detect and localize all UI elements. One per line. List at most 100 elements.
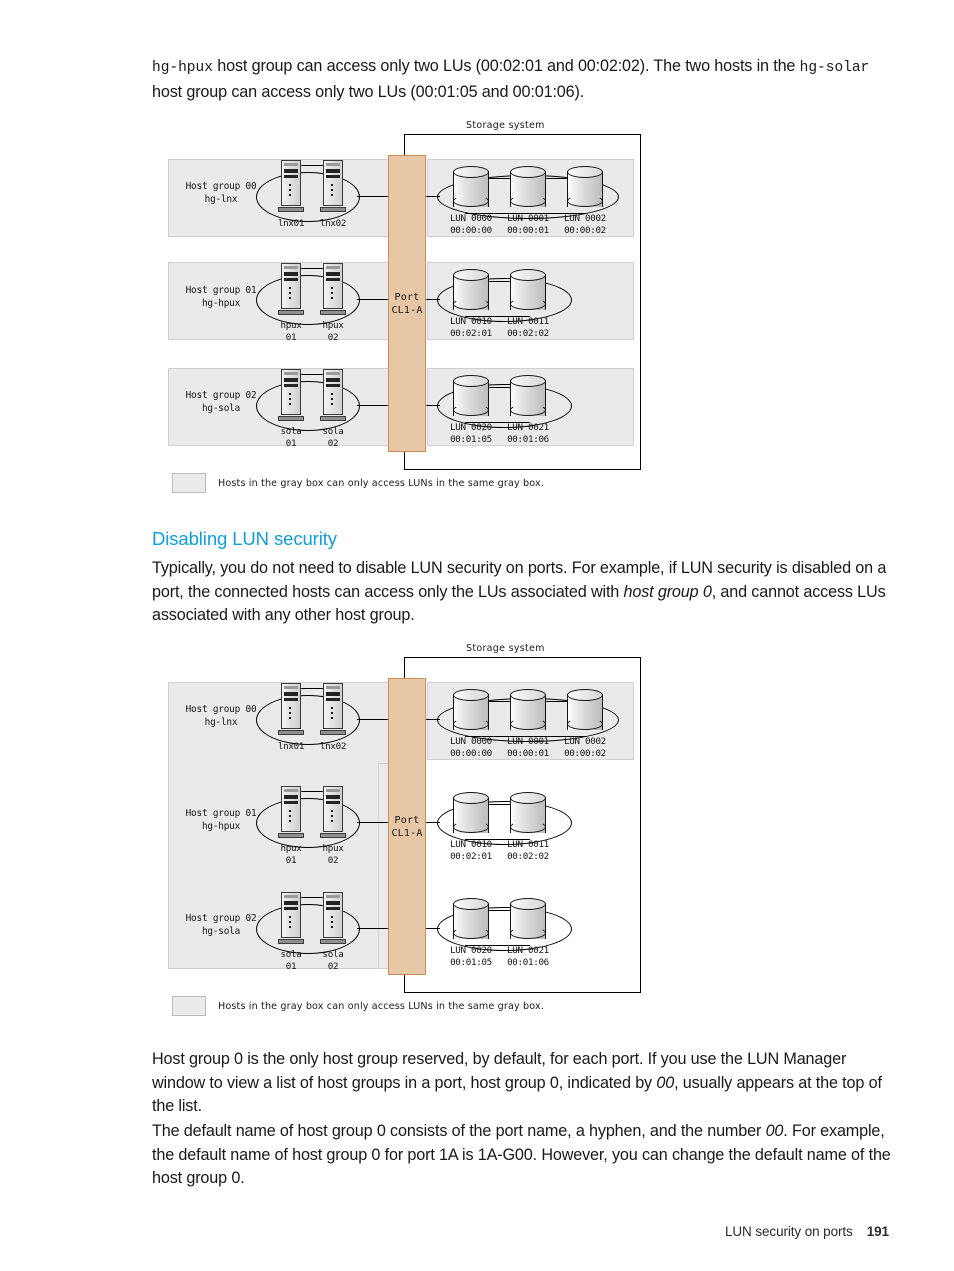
lun-id: 00:00:02 bbox=[564, 224, 606, 236]
document-page: hg-hpux host group can access only two L… bbox=[0, 0, 954, 1271]
host-cap-line1: sola bbox=[322, 949, 344, 960]
host-caption-2-0-0: lnx01 bbox=[268, 741, 314, 753]
closing-paragraph-1: Host group 0 is the only host group rese… bbox=[152, 1048, 900, 1119]
port-column-1: Port CL1-A bbox=[388, 155, 426, 452]
lun-cylinder-1-2-0 bbox=[453, 375, 489, 417]
host-caption-1-0-0: lnx01 bbox=[268, 218, 314, 230]
host-group-label-1-1: Host group 01 hg-hpux bbox=[176, 285, 266, 310]
host-cap-line1: sola bbox=[322, 426, 344, 437]
lun-name: LUN 0001 bbox=[507, 736, 549, 747]
lun-name: LUN 0001 bbox=[507, 213, 549, 224]
page-footer: LUN security on ports 191 bbox=[725, 1224, 889, 1239]
host-group-label-2-1: Host group 01 hg-hpux bbox=[176, 808, 266, 833]
port-label-line1: Port bbox=[394, 291, 420, 303]
server-icon-1-1-1 bbox=[320, 263, 346, 315]
host-cap-line1: sola bbox=[280, 949, 302, 960]
lun-caption-2-1-1: LUN 0011 00:02:02 bbox=[501, 839, 555, 862]
server-icon-1-1-0 bbox=[278, 263, 304, 315]
lun-id: 00:02:02 bbox=[507, 327, 549, 339]
lun-cylinder-1-0-1 bbox=[510, 166, 546, 208]
host-caption-1-2-0: sola 01 bbox=[268, 426, 314, 449]
port-label-line1: Port bbox=[394, 814, 420, 826]
lun-caption-1-0-1: LUN 0001 00:00:01 bbox=[501, 213, 555, 236]
hg-label-line2: hg-lnx bbox=[204, 716, 238, 728]
lun-cylinder-2-0-1 bbox=[510, 689, 546, 731]
host-caption-1-1-1: hpux 02 bbox=[310, 320, 356, 343]
server-icon-1-2-1 bbox=[320, 369, 346, 421]
lun-id: 00:00:00 bbox=[450, 747, 492, 759]
lun-cylinder-1-2-1 bbox=[510, 375, 546, 417]
hg-label-line1: Host group 01 bbox=[185, 808, 257, 819]
lun-caption-1-2-0: LUN 0020 00:01:05 bbox=[444, 422, 498, 445]
wire-host-port-1-2 bbox=[357, 405, 391, 406]
wire-host-port-2-1 bbox=[357, 822, 391, 823]
host-caption-1-0-1: lnx02 bbox=[310, 218, 356, 230]
host-caption-2-2-0: sola 01 bbox=[268, 949, 314, 972]
host-caption-1-2-1: sola 02 bbox=[310, 426, 356, 449]
lun-caption-2-0-0: LUN 0000 00:00:00 bbox=[444, 736, 498, 759]
storage-system-label-1: Storage system bbox=[466, 120, 545, 131]
lun-name: LUN 0021 bbox=[507, 945, 549, 956]
host-group-label-2-2: Host group 02 hg-sola bbox=[176, 913, 266, 938]
host-cap-line2: 01 bbox=[285, 960, 297, 972]
sysbox-stem-top-1 bbox=[404, 134, 405, 156]
lun-id: 00:02:01 bbox=[450, 850, 492, 862]
lun-cylinder-2-2-0 bbox=[453, 898, 489, 940]
server-icon-2-1-1 bbox=[320, 786, 346, 838]
host-cap-line2: 01 bbox=[285, 437, 297, 449]
host-group-label-2-0: Host group 00 hg-lnx bbox=[176, 704, 266, 729]
hg-label-line1: Host group 02 bbox=[185, 913, 257, 924]
host-caption-2-1-1: hpux 02 bbox=[310, 843, 356, 866]
lun-cylinder-1-0-0 bbox=[453, 166, 489, 208]
host-caption-2-2-1: sola 02 bbox=[310, 949, 356, 972]
lun-caption-2-0-1: LUN 0001 00:00:01 bbox=[501, 736, 555, 759]
host-cap-line2: 02 bbox=[327, 960, 339, 972]
server-icon-1-0-1 bbox=[320, 160, 346, 212]
lun-cylinder-2-2-1 bbox=[510, 898, 546, 940]
lun-id: 00:02:02 bbox=[507, 850, 549, 862]
server-icon-2-1-0 bbox=[278, 786, 304, 838]
host-cap-line1: lnx02 bbox=[319, 218, 347, 229]
lun-name: LUN 0000 bbox=[450, 736, 492, 747]
legend-1: Hosts in the gray box can only access LU… bbox=[172, 473, 544, 493]
closing-paragraph-2: The default name of host group 0 consist… bbox=[152, 1120, 900, 1191]
lun-cylinder-2-1-1 bbox=[510, 792, 546, 834]
lun-name: LUN 0002 bbox=[564, 736, 606, 747]
sysbox-stem-top-2 bbox=[404, 657, 405, 679]
closing-p2-emphasis: 00 bbox=[765, 1122, 784, 1140]
host-group-label-1-0: Host group 00 hg-lnx bbox=[176, 181, 266, 206]
host-cap-line1: hpux bbox=[280, 320, 302, 331]
wire-host-port-1-0 bbox=[357, 196, 391, 197]
lun-name: LUN 0011 bbox=[507, 316, 549, 327]
wire-host-port-2-2 bbox=[357, 928, 391, 929]
lun-cylinder-2-0-0 bbox=[453, 689, 489, 731]
host-cap-line1: lnx02 bbox=[319, 741, 347, 752]
lun-id: 00:01:06 bbox=[507, 956, 549, 968]
lun-name: LUN 0010 bbox=[450, 839, 492, 850]
lun-name: LUN 0010 bbox=[450, 316, 492, 327]
lun-name: LUN 0002 bbox=[564, 213, 606, 224]
host-cap-line2: 01 bbox=[285, 331, 297, 343]
lun-cylinder-2-1-0 bbox=[453, 792, 489, 834]
wire-host-port-1-1 bbox=[357, 299, 391, 300]
lun-id: 00:00:01 bbox=[507, 224, 549, 236]
host-cap-line1: lnx01 bbox=[277, 741, 305, 752]
lun-id: 00:01:05 bbox=[450, 956, 492, 968]
legend-swatch bbox=[172, 473, 206, 493]
legend-text: Hosts in the gray box can only access LU… bbox=[218, 477, 545, 489]
host-caption-2-1-0: hpux 01 bbox=[268, 843, 314, 866]
lun-id: 00:01:05 bbox=[450, 433, 492, 445]
host-cap-line2: 02 bbox=[327, 854, 339, 866]
lun-caption-1-2-1: LUN 0021 00:01:06 bbox=[501, 422, 555, 445]
lun-caption-2-0-2: LUN 0002 00:00:02 bbox=[558, 736, 612, 759]
server-icon-1-2-0 bbox=[278, 369, 304, 421]
legend-swatch bbox=[172, 996, 206, 1016]
closing-p1-emphasis: 00 bbox=[656, 1073, 675, 1092]
lun-name: LUN 0020 bbox=[450, 945, 492, 956]
lun-name: LUN 0021 bbox=[507, 422, 549, 433]
host-cap-line2: 02 bbox=[327, 331, 339, 343]
host-cap-line1: hpux bbox=[322, 320, 344, 331]
hg-label-line1: Host group 02 bbox=[185, 390, 257, 401]
host-cap-line1: sola bbox=[280, 426, 302, 437]
port-column-2: Port CL1-A bbox=[388, 678, 426, 975]
